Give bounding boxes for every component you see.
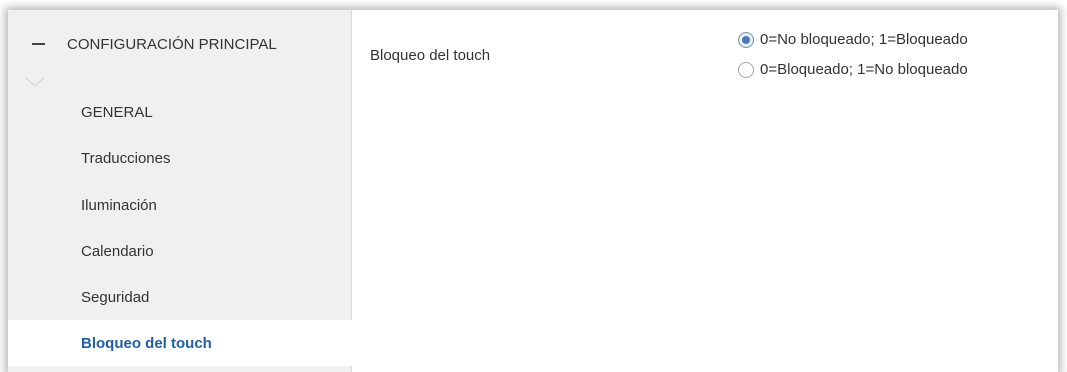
- collapse-minus-icon[interactable]: [32, 43, 45, 45]
- radio-option-label: 0=Bloqueado; 1=No bloqueado: [760, 61, 968, 78]
- sidebar: CONFIGURACIÓN PRINCIPAL GENERAL Traducci…: [8, 10, 353, 372]
- config-window: CONFIGURACIÓN PRINCIPAL GENERAL Traducci…: [8, 10, 1058, 372]
- radio-button-unselected[interactable]: [738, 61, 754, 78]
- sidebar-item-iluminacion[interactable]: Iluminación: [8, 182, 351, 228]
- section-title: CONFIGURACIÓN PRINCIPAL: [67, 35, 277, 53]
- parameter-label: Bloqueo del touch: [370, 47, 491, 64]
- sidebar-item-label: Iluminación: [81, 196, 157, 214]
- sidebar-item-calendario[interactable]: Calendario: [8, 228, 351, 274]
- sidebar-item-label: Seguridad: [81, 288, 150, 306]
- sidebar-item-seguridad[interactable]: Seguridad: [8, 274, 351, 320]
- sidebar-item-label: GENERAL: [81, 103, 153, 121]
- sidebar-item-label: Calendario: [81, 242, 154, 260]
- sidebar-item-bloqueo-touch[interactable]: Bloqueo del touch: [8, 320, 353, 366]
- sidebar-item-general[interactable]: GENERAL: [8, 89, 351, 135]
- notch-indicator-icon: [25, 77, 45, 87]
- sidebar-item-traducciones[interactable]: Traducciones: [8, 135, 351, 181]
- radio-option-label: 0=No bloqueado; 1=Bloqueado: [760, 31, 968, 48]
- parameter-panel: Bloqueo del touch 0=No bloqueado; 1=Bloq…: [352, 10, 1058, 372]
- radio-button-selected[interactable]: [738, 31, 754, 48]
- radio-option-bloqueado[interactable]: 0=Bloqueado; 1=No bloqueado: [738, 61, 968, 78]
- radio-option-no-bloqueado[interactable]: 0=No bloqueado; 1=Bloqueado: [738, 31, 968, 48]
- sidebar-item-label: Traducciones: [81, 149, 171, 167]
- sidebar-item-label: Bloqueo del touch: [81, 334, 212, 352]
- section-header[interactable]: CONFIGURACIÓN PRINCIPAL: [8, 10, 351, 78]
